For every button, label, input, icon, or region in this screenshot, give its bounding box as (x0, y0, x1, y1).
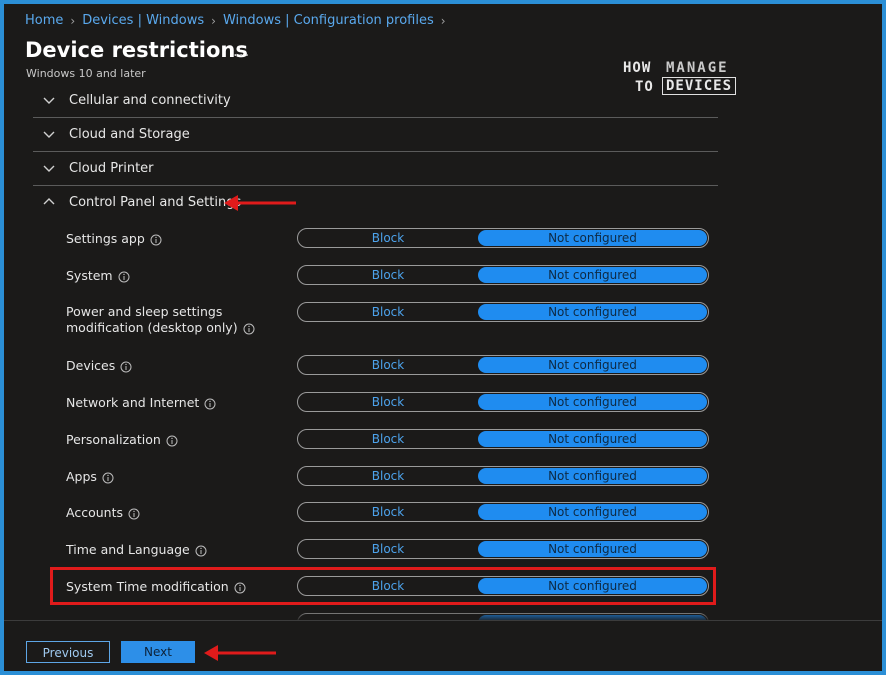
chevron-right-icon: › (211, 13, 216, 28)
breadcrumb-devices-windows[interactable]: Devices | Windows (82, 13, 204, 28)
option-not-configured[interactable]: Not configured (478, 431, 707, 447)
setting-label: Network and Internet (66, 395, 286, 411)
info-icon[interactable] (195, 545, 207, 557)
info-icon[interactable] (118, 271, 130, 283)
setting-toggle: Block Not configured (297, 302, 709, 322)
info-icon[interactable] (204, 398, 216, 410)
page-title: Device restrictions (25, 38, 248, 62)
option-not-configured[interactable]: Not configured (478, 468, 707, 484)
breadcrumb-home[interactable]: Home (25, 13, 63, 28)
option-not-configured[interactable]: Not configured (478, 357, 707, 373)
chevron-up-icon (43, 198, 55, 205)
setting-label: Devices (66, 358, 286, 374)
logo-how: HOW (623, 60, 652, 76)
option-not-configured[interactable]: Not configured (478, 394, 707, 410)
logo-manage: MANAGE (666, 60, 729, 76)
annotation-arrow-icon (224, 195, 296, 211)
info-icon[interactable] (128, 508, 140, 520)
chevron-down-icon (43, 131, 55, 138)
setting-label: Time and Language (66, 542, 286, 558)
section-cloud-storage[interactable]: Cloud and Storage (33, 117, 718, 152)
option-not-configured[interactable]: Not configured (478, 230, 707, 246)
section-label: Cloud Printer (69, 160, 154, 176)
setting-label: Accounts (66, 505, 286, 521)
info-icon[interactable] (150, 234, 162, 246)
setting-toggle: Block Not configured (297, 502, 709, 522)
breadcrumb-configuration-profiles[interactable]: Windows | Configuration profiles (223, 13, 434, 28)
setting-label: Power and sleep settings modification (d… (66, 304, 291, 336)
option-not-configured[interactable]: Not configured (478, 541, 707, 557)
setting-toggle: Block Not configured (297, 228, 709, 248)
option-block[interactable]: Block (298, 393, 478, 411)
section-control-panel-settings[interactable]: Control Panel and Settings (33, 185, 718, 219)
option-not-configured[interactable]: Not configured (478, 504, 707, 520)
more-options-button[interactable]: ... (233, 42, 250, 60)
info-icon[interactable] (243, 323, 255, 335)
portal-frame: Home › Devices | Windows › Windows | Con… (4, 4, 882, 671)
section-label: Cloud and Storage (69, 126, 190, 142)
option-block[interactable]: Block (298, 229, 478, 247)
section-cellular-connectivity[interactable]: Cellular and connectivity (33, 83, 718, 118)
setting-label: Apps (66, 469, 286, 485)
option-block[interactable]: Block (298, 430, 478, 448)
previous-button[interactable]: Previous (26, 641, 110, 663)
chevron-down-icon (43, 165, 55, 172)
option-block[interactable]: Block (298, 503, 478, 521)
option-block[interactable]: Block (298, 356, 478, 374)
section-label: Control Panel and Settings (69, 194, 242, 210)
setting-toggle: Block Not configured (297, 429, 709, 449)
page-subtitle: Windows 10 and later (26, 67, 146, 80)
option-block[interactable]: Block (298, 303, 478, 321)
breadcrumb: Home › Devices | Windows › Windows | Con… (25, 13, 453, 28)
info-icon[interactable] (102, 472, 114, 484)
option-block[interactable]: Block (298, 467, 478, 485)
setting-toggle: Block Not configured (297, 265, 709, 285)
setting-toggle: Block Not configured (297, 539, 709, 559)
option-block[interactable]: Block (298, 266, 478, 284)
option-not-configured[interactable]: Not configured (478, 267, 707, 283)
setting-label: System (66, 268, 286, 284)
chevron-down-icon (43, 97, 55, 104)
chevron-right-icon: › (70, 13, 76, 28)
option-block[interactable]: Block (298, 540, 478, 558)
section-label: Cellular and connectivity (69, 92, 231, 108)
setting-toggle: Block Not configured (297, 466, 709, 486)
info-icon[interactable] (166, 435, 178, 447)
footer-bar: Previous Next (4, 620, 882, 671)
section-cloud-printer[interactable]: Cloud Printer (33, 151, 718, 186)
setting-toggle: Block Not configured (297, 392, 709, 412)
info-icon[interactable] (120, 361, 132, 373)
setting-label: Settings app (66, 231, 286, 247)
annotation-arrow-icon (204, 645, 276, 661)
option-not-configured[interactable]: Not configured (478, 304, 707, 320)
annotation-highlight-box (50, 567, 716, 605)
chevron-right-icon: › (440, 13, 446, 28)
next-button[interactable]: Next (121, 641, 195, 663)
setting-toggle: Block Not configured (297, 355, 709, 375)
setting-label: Personalization (66, 432, 286, 448)
